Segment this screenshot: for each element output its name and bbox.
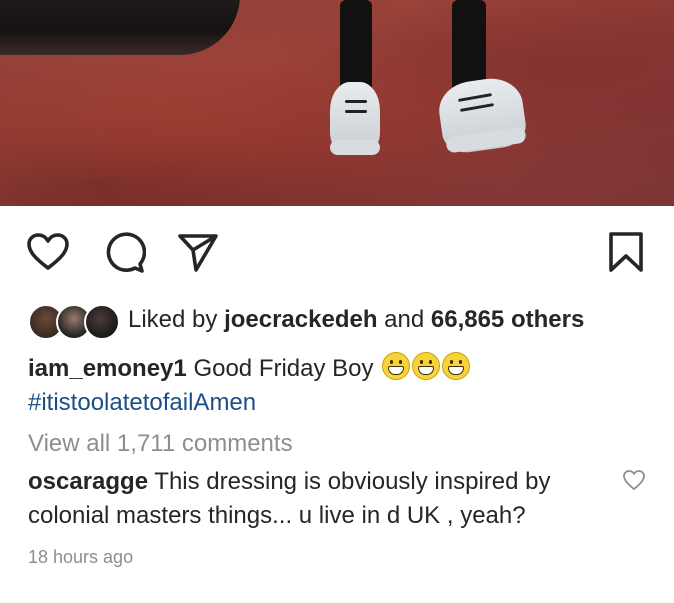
right-sock [452,0,486,88]
likes-prefix: Liked by [128,306,218,333]
share-button[interactable] [174,228,222,276]
grinning-emoji-icon [442,352,471,380]
small-heart-icon [623,470,645,490]
likes-count[interactable]: 66,865 others [431,306,584,333]
comment-bubble-icon [106,232,146,273]
liker-avatars [28,301,120,340]
bookmark-icon [609,232,643,272]
car-shape [0,0,240,55]
comment-username[interactable]: oscaragge [28,468,148,495]
comment-item: oscaragge This dressing is obviously ins… [28,465,608,533]
send-icon [178,234,218,272]
post-timestamp: 18 hours ago [28,547,134,567]
like-button[interactable] [24,228,72,276]
grinning-emoji-icon [382,352,411,380]
caption-hashtag[interactable]: #itistoolatetofailAmen [28,386,256,420]
left-sole [330,140,380,155]
post-photo[interactable] [0,0,674,206]
heart-icon [27,233,69,270]
post-action-bar [0,228,674,278]
view-all-comments-link[interactable]: View all 1,711 comments [28,427,293,461]
post-caption: iam_emoney1 Good Friday Boy [28,352,648,386]
left-sock [340,0,372,90]
liker-username[interactable]: joecrackedeh [224,306,377,333]
grinning-emoji-icon [412,352,441,380]
save-button[interactable] [602,228,650,276]
likes-row[interactable]: Liked by joecrackedeh and 66,865 others [28,300,584,340]
caption-username[interactable]: iam_emoney1 [28,355,187,382]
comment-like-button[interactable] [616,462,652,498]
likes-and: and [384,306,425,333]
caption-text: Good Friday Boy [193,355,374,382]
comment-button[interactable] [100,228,148,276]
avatar [84,304,120,340]
